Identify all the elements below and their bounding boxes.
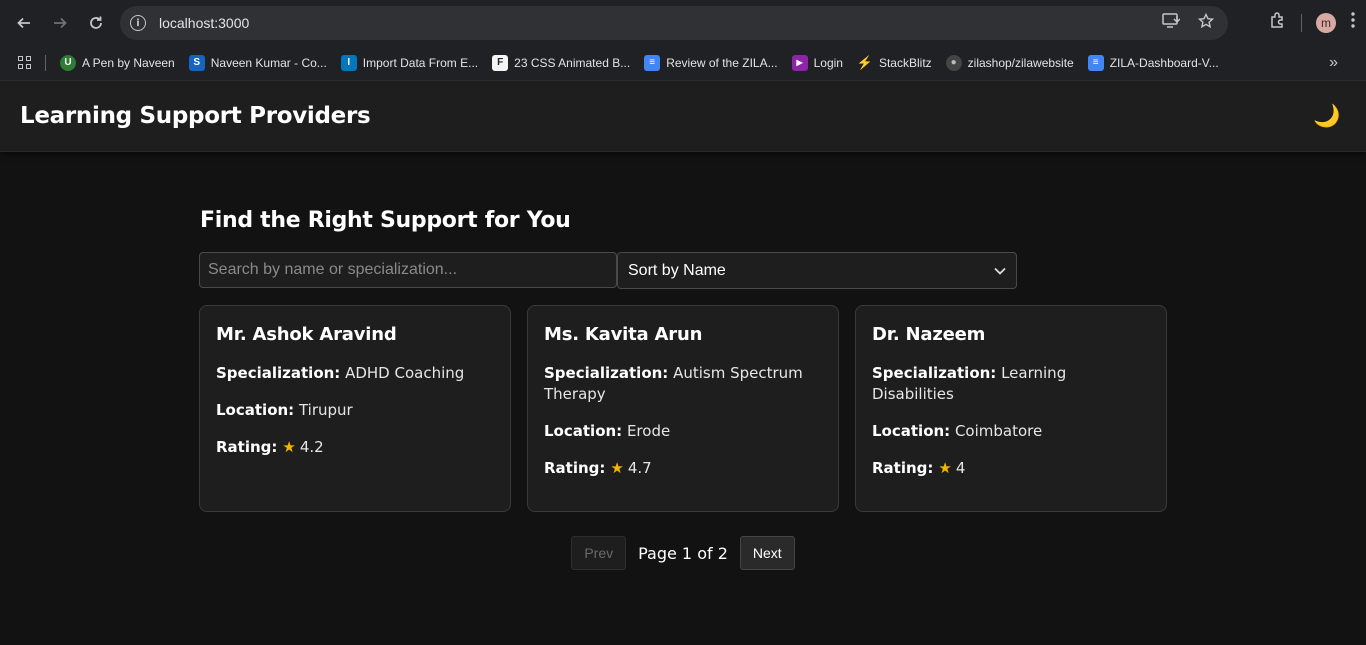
address-bar[interactable]: i localhost:3000 — [120, 6, 1228, 40]
location-label: Location: — [216, 401, 295, 419]
browser-toolbar: i localhost:3000 m — [0, 0, 1366, 45]
apps-grid-icon[interactable] — [18, 56, 31, 69]
specialization-label: Specialization: — [544, 364, 669, 382]
provider-location: Location: Tirupur — [216, 400, 494, 421]
bookmark-item[interactable]: ● zilashop/zilawebsite — [945, 54, 1074, 71]
specialization-value: ADHD Coaching — [345, 364, 465, 382]
menu-kebab-icon[interactable] — [1350, 11, 1356, 34]
provider-card[interactable]: Ms. Kavita Arun Specialization: Autism S… — [527, 305, 839, 512]
provider-specialization: Specialization: ADHD Coaching — [216, 363, 494, 384]
location-value: Tirupur — [298, 401, 353, 419]
bookmark-favicon-icon: F — [492, 54, 509, 71]
app-title: Learning Support Providers — [20, 103, 371, 129]
theme-toggle-moon-icon[interactable]: 🌙 — [1312, 101, 1342, 131]
bookmark-star-icon[interactable] — [1197, 12, 1215, 34]
next-button[interactable]: Next — [739, 536, 795, 570]
sort-select[interactable]: Sort by Name — [617, 252, 1017, 289]
location-label: Location: — [872, 422, 951, 440]
bookmark-label: Login — [813, 55, 843, 70]
search-input[interactable] — [199, 252, 617, 288]
sort-selected-value: Sort by Name — [628, 261, 726, 279]
back-icon[interactable] — [10, 9, 38, 37]
bookmark-item[interactable]: ▶ Login — [791, 54, 843, 71]
bookmark-favicon-icon: ≡ — [644, 54, 661, 71]
rating-label: Rating: — [872, 459, 934, 477]
specialization-label: Specialization: — [872, 364, 997, 382]
star-icon: ★ — [938, 459, 952, 477]
bookmark-label: zilashop/zilawebsite — [967, 55, 1074, 70]
location-value: Coimbatore — [954, 422, 1043, 440]
specialization-label: Specialization: — [216, 364, 341, 382]
bookmark-label: A Pen by Naveen — [82, 55, 175, 70]
location-label: Location: — [544, 422, 623, 440]
prev-button[interactable]: Prev — [571, 536, 627, 570]
provider-cards: Mr. Ashok Aravind Specialization: ADHD C… — [199, 305, 1167, 512]
install-app-icon[interactable] — [1162, 12, 1181, 34]
provider-rating: Rating: ★ 4.7 — [544, 458, 822, 479]
bookmark-item[interactable]: ≡ Review of the ZILA... — [644, 54, 778, 71]
site-info-icon[interactable]: i — [130, 15, 146, 31]
bookmark-label: ZILA-Dashboard-V... — [1109, 55, 1219, 70]
bookmark-item[interactable]: I Import Data From E... — [340, 54, 479, 71]
provider-location: Location: Coimbatore — [872, 421, 1150, 442]
bookmarks-bar: U A Pen by Naveen S Naveen Kumar - Co... I… — [0, 45, 1366, 81]
bookmarks-divider — [45, 54, 46, 71]
provider-specialization: Specialization: Learning Disabilities — [872, 363, 1150, 405]
provider-name: Dr. Nazeem — [872, 324, 986, 345]
bookmark-label: Naveen Kumar - Co... — [210, 55, 327, 70]
forward-icon[interactable] — [46, 9, 74, 37]
provider-card[interactable]: Mr. Ashok Aravind Specialization: ADHD C… — [199, 305, 511, 512]
bookmark-item[interactable]: ⚡ StackBlitz — [857, 55, 932, 71]
bookmark-favicon-icon: ● — [945, 54, 962, 71]
bookmark-label: StackBlitz — [878, 55, 932, 70]
toolbar-divider — [1301, 13, 1302, 32]
bookmark-favicon-icon: ▶ — [791, 54, 808, 71]
provider-card[interactable]: Dr. Nazeem Specialization: Learning Disa… — [855, 305, 1167, 512]
rating-label: Rating: — [544, 459, 606, 477]
extensions-icon[interactable] — [1269, 11, 1287, 34]
bookmark-favicon-icon: I — [340, 54, 357, 71]
bookmark-favicon-icon: ≡ — [1087, 54, 1104, 71]
rating-value: 4.2 — [299, 438, 324, 456]
page-heading: Find the Right Support for You — [200, 208, 571, 233]
chevron-down-icon — [994, 264, 1006, 278]
star-icon: ★ — [282, 438, 296, 456]
provider-name: Mr. Ashok Aravind — [216, 324, 397, 345]
bookmark-item[interactable]: S Naveen Kumar - Co... — [188, 54, 327, 71]
more-bookmarks-icon[interactable]: » — [1329, 54, 1338, 72]
location-value: Erode — [626, 422, 671, 440]
profile-avatar[interactable]: m — [1316, 12, 1336, 33]
provider-location: Location: Erode — [544, 421, 822, 442]
star-icon: ★ — [610, 459, 624, 477]
provider-rating: Rating: ★ 4 — [872, 458, 1150, 479]
pagination: Prev Page 1 of 2 Next — [0, 536, 1366, 570]
provider-name: Ms. Kavita Arun — [544, 324, 703, 345]
page-info: Page 1 of 2 — [638, 543, 728, 563]
bookmark-item[interactable]: ≡ ZILA-Dashboard-V... — [1087, 54, 1219, 71]
bookmark-label: Review of the ZILA... — [666, 55, 778, 70]
bookmark-favicon-icon: S — [188, 54, 205, 71]
app-header: Learning Support Providers 🌙 — [0, 81, 1366, 152]
bookmark-label: Import Data From E... — [362, 55, 479, 70]
bookmark-item[interactable]: U A Pen by Naveen — [60, 54, 175, 71]
bookmark-label: 23 CSS Animated B... — [514, 55, 631, 70]
reload-icon[interactable] — [82, 9, 110, 37]
rating-label: Rating: — [216, 438, 278, 456]
provider-rating: Rating: ★ 4.2 — [216, 437, 494, 458]
bookmark-favicon-icon: U — [60, 54, 76, 71]
url-text[interactable]: localhost:3000 — [159, 15, 249, 31]
provider-specialization: Specialization: Autism Spectrum Therapy — [544, 363, 822, 405]
rating-value: 4 — [955, 459, 966, 477]
bookmark-favicon-icon: ⚡ — [856, 54, 874, 70]
rating-value: 4.7 — [627, 459, 652, 477]
bookmark-item[interactable]: F 23 CSS Animated B... — [492, 54, 631, 71]
